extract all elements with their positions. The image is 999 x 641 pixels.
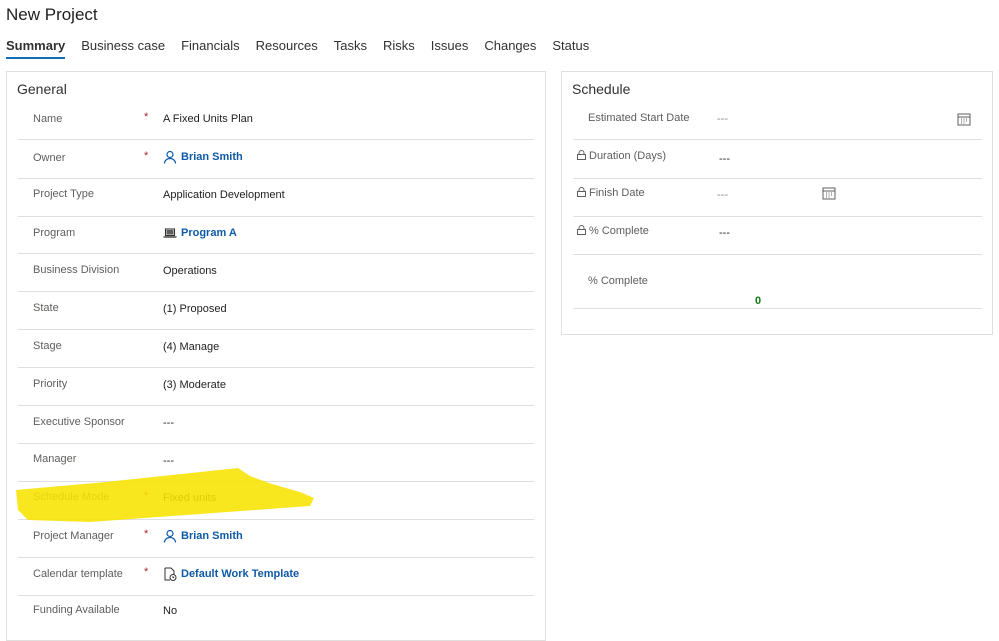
business-division-field[interactable]: Operations (163, 265, 217, 277)
field-label-duration: Duration (Days) (577, 150, 666, 162)
field-label-project-type: Project Type (33, 188, 94, 200)
state-field[interactable]: (1) Proposed (163, 303, 227, 315)
required-marker: * (144, 111, 149, 123)
person-icon (163, 529, 177, 543)
field-row-percent-complete-locked: % Complete --- (573, 216, 982, 255)
program-name: Program A (181, 227, 237, 239)
tab-tasks[interactable]: Tasks (334, 38, 367, 59)
field-row-business-division: Business Division Operations (18, 253, 534, 292)
field-label-executive-sponsor: Executive Sponsor (33, 416, 125, 428)
field-row-owner: Owner * Brian Smith (18, 140, 534, 179)
field-row-executive-sponsor: Executive Sponsor --- (18, 405, 534, 444)
field-row-program: Program Program A (18, 215, 534, 254)
field-row-manager: Manager --- (18, 443, 534, 482)
field-label-schedule-mode: Schedule Mode (33, 491, 110, 503)
tab-bar: Summary Business case Financials Resourc… (6, 38, 605, 59)
lock-icon (577, 187, 586, 197)
field-label-estimated-start-date: Estimated Start Date (588, 112, 690, 124)
field-label-funding-available: Funding Available (33, 604, 120, 616)
field-label-finish-date-text: Finish Date (589, 187, 645, 199)
tab-risks[interactable]: Risks (383, 38, 415, 59)
priority-field[interactable]: (3) Moderate (163, 379, 226, 391)
manager-field[interactable]: --- (163, 455, 174, 467)
required-marker: * (144, 566, 149, 578)
tab-resources[interactable]: Resources (256, 38, 318, 59)
duration-field: --- (719, 153, 730, 165)
field-row-state: State (1) Proposed (18, 291, 534, 330)
tab-changes[interactable]: Changes (484, 38, 536, 59)
field-row-calendar-template: Calendar template * Default Work Templat… (18, 557, 534, 596)
general-section: General Name * A Fixed Units Plan Owner … (6, 71, 546, 641)
calendar-template-name: Default Work Template (181, 568, 300, 580)
executive-sponsor-field[interactable]: --- (163, 417, 174, 429)
field-label-stage: Stage (33, 340, 62, 352)
field-label-business-division: Business Division (33, 264, 120, 276)
funding-available-field[interactable]: No (163, 605, 177, 617)
program-lookup[interactable]: Program A (163, 226, 237, 240)
field-label-state: State (33, 302, 59, 314)
field-label-percent-complete: % Complete (577, 225, 649, 237)
tab-status[interactable]: Status (552, 38, 589, 59)
field-label-calendar-template: Calendar template (33, 568, 123, 580)
field-label-owner: Owner (33, 152, 66, 164)
general-section-title: General (17, 81, 67, 97)
field-row-stage: Stage (4) Manage (18, 329, 534, 368)
field-label-priority: Priority (33, 378, 68, 390)
estimated-start-date-field[interactable]: --- (717, 113, 728, 125)
field-label-duration-text: Duration (Days) (589, 150, 667, 162)
field-label-percent-complete-progress: % Complete (588, 275, 648, 287)
project-manager-lookup[interactable]: Brian Smith (163, 529, 243, 543)
required-marker: * (144, 528, 149, 540)
name-field[interactable]: A Fixed Units Plan (163, 113, 253, 125)
field-row-percent-complete-progress: % Complete 0 (573, 254, 982, 309)
schedule-section-title: Schedule (572, 81, 631, 97)
field-row-funding-available: Funding Available No (18, 595, 534, 633)
field-label-project-manager: Project Manager (33, 530, 114, 542)
tab-business-case[interactable]: Business case (81, 38, 165, 59)
field-row-estimated-start-date: Estimated Start Date --- (573, 101, 982, 140)
field-row-duration: Duration (Days) --- (573, 140, 982, 179)
tab-summary[interactable]: Summary (6, 38, 66, 59)
field-label-program: Program (33, 227, 76, 239)
field-row-project-type: Project Type Application Development (18, 178, 534, 217)
owner-name: Brian Smith (181, 151, 243, 163)
field-label-percent-complete-text: % Complete (589, 225, 649, 237)
calendar-icon[interactable] (822, 186, 836, 200)
field-label-finish-date: Finish Date (577, 187, 645, 199)
owner-lookup[interactable]: Brian Smith (163, 150, 243, 164)
required-marker: * (144, 490, 149, 502)
stage-field[interactable]: (4) Manage (163, 341, 219, 353)
percent-complete-field: --- (719, 227, 730, 239)
project-manager-name: Brian Smith (181, 530, 243, 542)
field-label-name: Name (33, 113, 63, 125)
field-row-name: Name * A Fixed Units Plan (18, 101, 534, 140)
field-row-priority: Priority (3) Moderate (18, 367, 534, 406)
required-marker: * (144, 150, 149, 162)
tab-financials[interactable]: Financials (181, 38, 240, 59)
tab-issues[interactable]: Issues (431, 38, 469, 59)
field-label-manager: Manager (33, 453, 77, 465)
schedule-section: Schedule Estimated Start Date --- Durati… (561, 71, 993, 335)
calendar-template-icon (164, 567, 177, 581)
calendar-template-lookup[interactable]: Default Work Template (163, 567, 299, 581)
field-row-finish-date: Finish Date --- (573, 178, 982, 217)
finish-date-field: --- (717, 189, 728, 201)
page-title: New Project (6, 5, 98, 24)
laptop-icon (163, 228, 177, 238)
project-type-field[interactable]: Application Development (163, 189, 285, 201)
lock-icon (577, 225, 586, 235)
calendar-icon[interactable] (957, 112, 971, 126)
person-icon (163, 150, 177, 164)
schedule-mode-field[interactable]: Fixed units (163, 492, 216, 504)
lock-icon (577, 150, 586, 160)
field-row-project-manager: Project Manager * Brian Smith (18, 519, 534, 558)
field-row-schedule-mode: Schedule Mode * Fixed units (18, 481, 534, 520)
percent-complete-progress-value: 0 (755, 295, 762, 307)
